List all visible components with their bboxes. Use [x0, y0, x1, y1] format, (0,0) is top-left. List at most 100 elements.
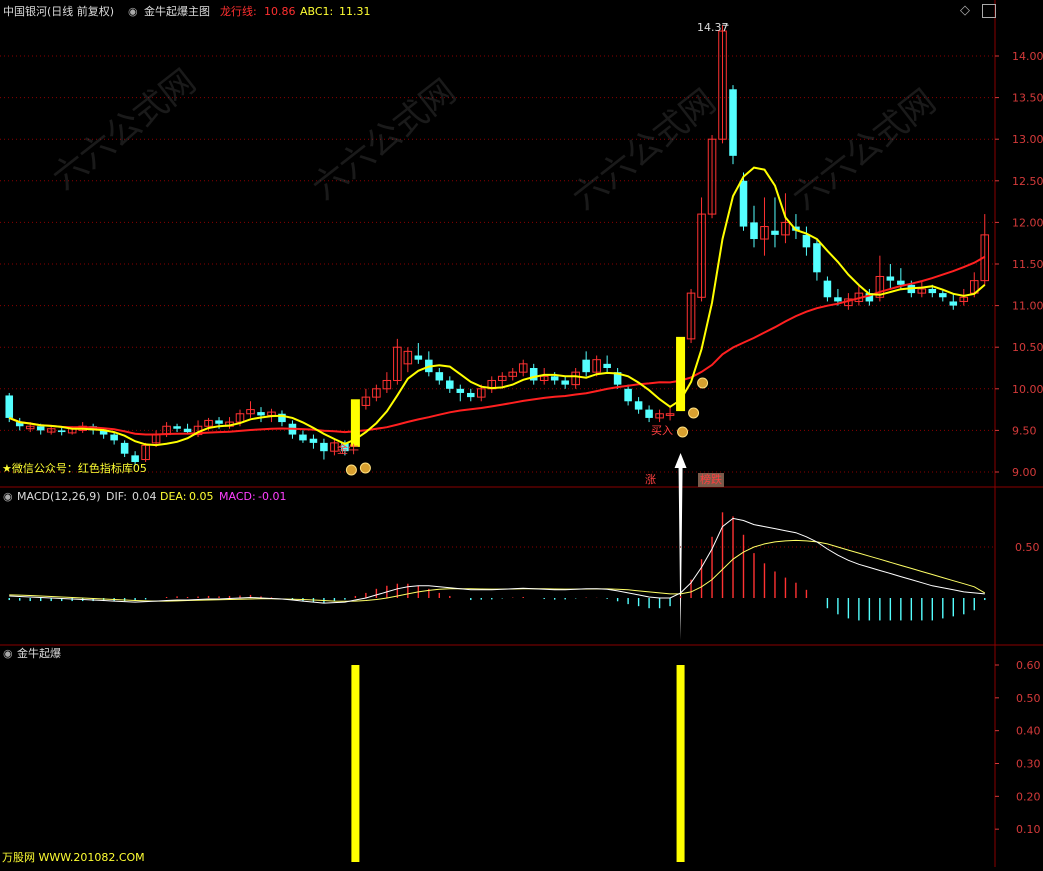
price-axis: 14.00 13.50 13.00 12.50 12.00 11.50 11.00 10.50… [995, 50, 1043, 479]
candle [467, 388, 475, 402]
candle [613, 368, 622, 389]
candle [246, 401, 255, 418]
candle [15, 417, 24, 431]
signal-tick-label: 0.10 [1016, 823, 1041, 836]
macd-hist-label: MACD: [219, 490, 256, 503]
candle [582, 351, 590, 377]
price-tick-label: 14.00 [1012, 50, 1043, 63]
candle [886, 264, 895, 289]
macd-tick-label: 0.50 [1015, 541, 1040, 554]
price-tick-label: 11.50 [1012, 258, 1043, 271]
macd-dea-value: 0.05 [189, 490, 214, 503]
signal-panel: 0.60 0.50 0.40 0.30 0.20 0.10 [351, 659, 1041, 862]
candle [225, 417, 234, 429]
candle [173, 423, 181, 433]
candle [750, 205, 758, 248]
candle [917, 280, 927, 298]
price-tick-label: 9.50 [1012, 424, 1037, 437]
candle [403, 347, 413, 373]
candle [645, 405, 653, 423]
price-tick-label: 12.50 [1012, 175, 1043, 188]
price-tick-label: 13.00 [1012, 133, 1043, 146]
candle [278, 410, 286, 427]
candle [120, 440, 129, 458]
macd-panel: 0.50 [0, 512, 1040, 621]
candle [393, 338, 402, 385]
buy-signal-label: 买入 [651, 424, 673, 437]
signal-tick-label: 0.30 [1016, 758, 1041, 771]
signal-panel-title[interactable]: 金牛起爆 [17, 647, 61, 661]
candle [309, 434, 318, 449]
candle [518, 359, 528, 377]
price-tick-label: 9.00 [1012, 466, 1037, 479]
signal-highlight-bar [350, 399, 360, 447]
price-tick-label: 10.50 [1012, 341, 1043, 354]
candle [603, 355, 611, 373]
line1-label: 龙行线: [220, 5, 257, 18]
line1-value: 10.86 [264, 5, 296, 18]
diamond-icon[interactable]: ◇ [960, 4, 970, 18]
signal-tick-label: 0.20 [1016, 790, 1041, 803]
candle [802, 226, 811, 256]
candle [823, 276, 832, 302]
bangdie-signal-label: 榜跌 [698, 473, 724, 487]
candle [697, 197, 706, 302]
candle [571, 368, 580, 389]
candle [729, 85, 737, 165]
macd-hist-value: -0.01 [258, 490, 287, 503]
macd-title[interactable]: MACD(12,26,9) [17, 490, 101, 504]
candle [382, 372, 392, 393]
signal-tick-label: 0.50 [1016, 692, 1041, 705]
signal-markers [345, 24, 729, 640]
macd-dropdown-icon[interactable]: ◉ [3, 490, 13, 504]
candle [257, 407, 265, 423]
signal-panel-dropdown-icon[interactable]: ◉ [3, 647, 13, 661]
footer-site: 万股网 WWW.201082.COM [2, 851, 145, 864]
candle [760, 197, 769, 256]
candle [372, 384, 381, 402]
indicator-dropdown-icon[interactable]: ◉ [128, 5, 138, 19]
candle [141, 442, 150, 463]
candle [320, 438, 328, 460]
candle [718, 25, 727, 144]
moving-average-lines [8, 166, 986, 447]
macd-dif-label: DIF: [106, 490, 127, 503]
macd-dea-line [9, 539, 986, 602]
yellow-ma-line [8, 166, 986, 447]
candle [624, 384, 632, 406]
line2-label: ABC1: [300, 5, 334, 18]
candle [299, 430, 307, 443]
candle [446, 376, 454, 393]
stock-chart-canvas[interactable]: 14.00 13.50 13.00 12.50 12.00 11.50 11.00 10.50… [0, 0, 1043, 867]
signal-strength-bar [351, 665, 360, 862]
candle [707, 135, 717, 219]
candlestick-series [5, 25, 990, 466]
price-tick-label: 12.00 [1012, 216, 1043, 229]
money-bag-icon [345, 464, 357, 476]
money-bag-icon [359, 462, 371, 474]
candle [5, 392, 14, 423]
candle [414, 343, 423, 364]
candle [686, 288, 696, 344]
candle [425, 351, 433, 377]
red-ma-line [8, 255, 986, 436]
jinniu-signal-label: 金牛 [337, 443, 359, 456]
price-tick-label: 13.50 [1012, 92, 1043, 105]
money-bag-icon [688, 407, 700, 419]
signal-tick-label: 0.60 [1016, 659, 1041, 672]
peak-price-label: 14.37 [697, 21, 729, 34]
candle [959, 288, 969, 306]
macd-dea-label: DEA: [160, 490, 187, 503]
macd-dif-line [9, 517, 985, 604]
candle [634, 397, 643, 414]
candle [529, 363, 538, 385]
chart-window: 14.00 13.50 13.00 12.50 12.00 11.50 11.00 10.50… [0, 0, 1043, 867]
candle [435, 368, 444, 385]
indicator-name[interactable]: 金牛起爆主图 [144, 5, 210, 19]
price-tick-label: 10.00 [1012, 383, 1043, 396]
stock-title: 中国银河(日线 前复权) [3, 5, 115, 18]
signal-tick-label: 0.40 [1016, 725, 1041, 738]
candle [813, 239, 821, 281]
candle [561, 376, 569, 389]
maximize-icon[interactable] [982, 4, 996, 18]
